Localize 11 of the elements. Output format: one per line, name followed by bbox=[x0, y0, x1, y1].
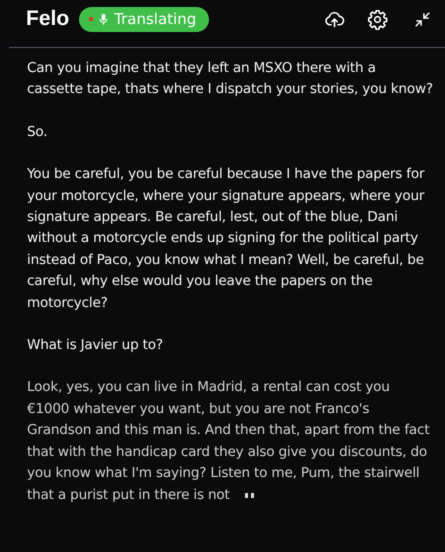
translating-status-button[interactable]: Translating bbox=[79, 6, 210, 32]
transcript-paragraph: So. bbox=[27, 122, 48, 142]
settings-icon[interactable] bbox=[367, 8, 388, 30]
collapse-icon[interactable] bbox=[414, 10, 431, 28]
transcript-paragraph: You be careful, you be careful because I have the papers for your motorcycle, where your signature appears, where your signature appears. Be careful, lest, out of the blue, Dani without a motorcycle ends up signing for the political party instead of Paco, you know what I mean? Well, be careful, be careful, why else would you leave the papers on the motorcycle? bbox=[27, 165, 426, 313]
microphone-icon bbox=[99, 12, 108, 26]
transcript-paragraph: Look, yes, you can live in Madrid, a rental can cost you €1000 whatever you want, but you are not Franco's Grandson and this man is. And then that, apart from the fact that with the handicap card they also give you discounts, do you know what I'm saying? Listen to me, Pum, the stairwell that a purist put in there is not bbox=[27, 378, 430, 504]
transcript-paragraph: Can you imagine that they left an MSXO there with a cassette tape, thats where I dispatch your stories, you know? bbox=[27, 59, 434, 100]
transcript-paragraph: What is Javier up to? bbox=[27, 336, 164, 356]
typing-icon bbox=[244, 490, 256, 498]
app-logo: Felo bbox=[26, 7, 70, 31]
